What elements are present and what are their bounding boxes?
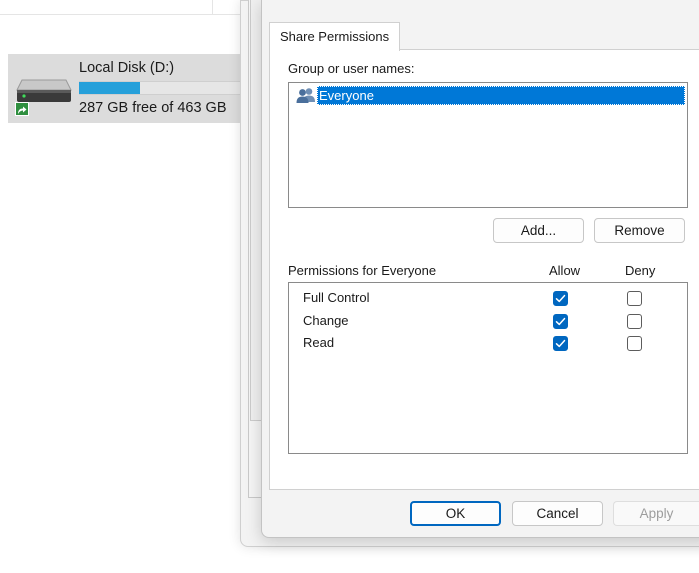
drive-name: Local Disk (D:) [79,60,175,76]
permission-name: Read [303,335,335,350]
deny-checkbox-full-control[interactable] [627,291,642,306]
group-user-names-label: Group or user names: [288,61,415,76]
drive-free-space: 287 GB free of 463 GB [79,100,227,116]
permission-row-change: Change [289,310,687,332]
drive-tile-d[interactable]: Local Disk (D:) 287 GB free of 463 GB [8,54,240,123]
allow-checkbox-read[interactable] [553,336,568,351]
drive-usage-fill [79,82,141,94]
apply-button[interactable]: Apply [613,501,699,526]
tab-share-permissions[interactable]: Share Permissions [269,22,401,51]
user-name-everyone: Everyone [317,86,685,105]
permission-name: Full Control [303,290,370,305]
allow-checkbox-change[interactable] [553,314,568,329]
permission-row-full-control: Full Control [289,287,687,309]
hard-drive-icon [16,78,72,104]
permission-row-read: Read [289,332,687,354]
explorer-top-divider [0,0,240,15]
deny-checkbox-read[interactable] [627,336,642,351]
drive-usage-bar [79,81,240,95]
shared-arrow-icon [15,102,29,116]
allow-column-header: Allow [549,263,581,278]
ok-button[interactable]: OK [410,501,501,526]
deny-checkbox-change[interactable] [627,314,642,329]
deny-column-header: Deny [625,263,656,278]
list-item-everyone[interactable]: Everyone [295,86,685,105]
cancel-button[interactable]: Cancel [512,501,603,526]
users-icon [296,87,316,104]
allow-checkbox-full-control[interactable] [553,291,568,306]
remove-button[interactable]: Remove [594,218,685,243]
permissions-list: Full Control Change Read [288,282,688,454]
add-button[interactable]: Add... [493,218,584,243]
permission-name: Change [303,313,349,328]
permissions-header: Permissions for Everyone [288,263,437,278]
user-listbox[interactable]: Everyone [288,82,688,208]
column-separator [212,0,213,14]
